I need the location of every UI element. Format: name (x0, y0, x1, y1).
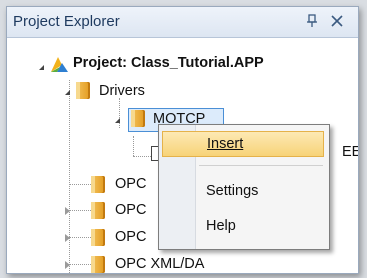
folder-icon (91, 176, 105, 193)
folder-icon (131, 110, 145, 127)
close-glyph-icon (331, 15, 343, 27)
menu-item-help-label: Help (206, 218, 236, 234)
close-icon[interactable] (326, 10, 348, 32)
tree-guide-line (133, 136, 134, 156)
expander-closed-icon[interactable] (65, 207, 70, 215)
expander-open-icon[interactable] (65, 90, 70, 95)
menu-item-insert-label: Insert (207, 136, 244, 152)
tree-item-project[interactable]: Project: Class_Tutorial.APP (7, 40, 358, 72)
opc-label: OPC (115, 202, 147, 218)
menu-item-settings-label: Settings (206, 183, 259, 199)
child-node-label-fragment: EET (342, 144, 358, 160)
tree-guide-line (133, 156, 151, 157)
panel-title: Project Explorer (13, 13, 120, 30)
folder-icon (91, 256, 105, 273)
menu-item-help[interactable]: Help (162, 214, 324, 240)
menu-item-insert[interactable]: Insert (162, 131, 324, 157)
folder-icon (91, 202, 105, 219)
tree-item-motcp[interactable]: MOTCP (7, 96, 358, 127)
opc-label: OPC (115, 176, 147, 192)
opc-xml-da-label: OPC XML/DA (115, 256, 205, 272)
expander-closed-icon[interactable] (65, 234, 70, 242)
pin-icon[interactable] (301, 10, 323, 32)
pin-glyph-icon (307, 14, 317, 27)
tree-item-opc-xml-da[interactable]: OPC XML/DA (7, 253, 358, 273)
folder-icon (91, 229, 105, 246)
expander-open-icon[interactable] (115, 118, 120, 123)
context-menu: Insert Settings Help (158, 124, 330, 250)
panel-titlebar: Project Explorer (7, 7, 358, 38)
menu-separator (199, 165, 323, 166)
menu-item-settings[interactable]: Settings (162, 179, 324, 205)
opc-label: OPC (115, 229, 147, 245)
tree-item-drivers[interactable]: Drivers (7, 68, 358, 99)
expander-closed-icon[interactable] (65, 261, 70, 269)
